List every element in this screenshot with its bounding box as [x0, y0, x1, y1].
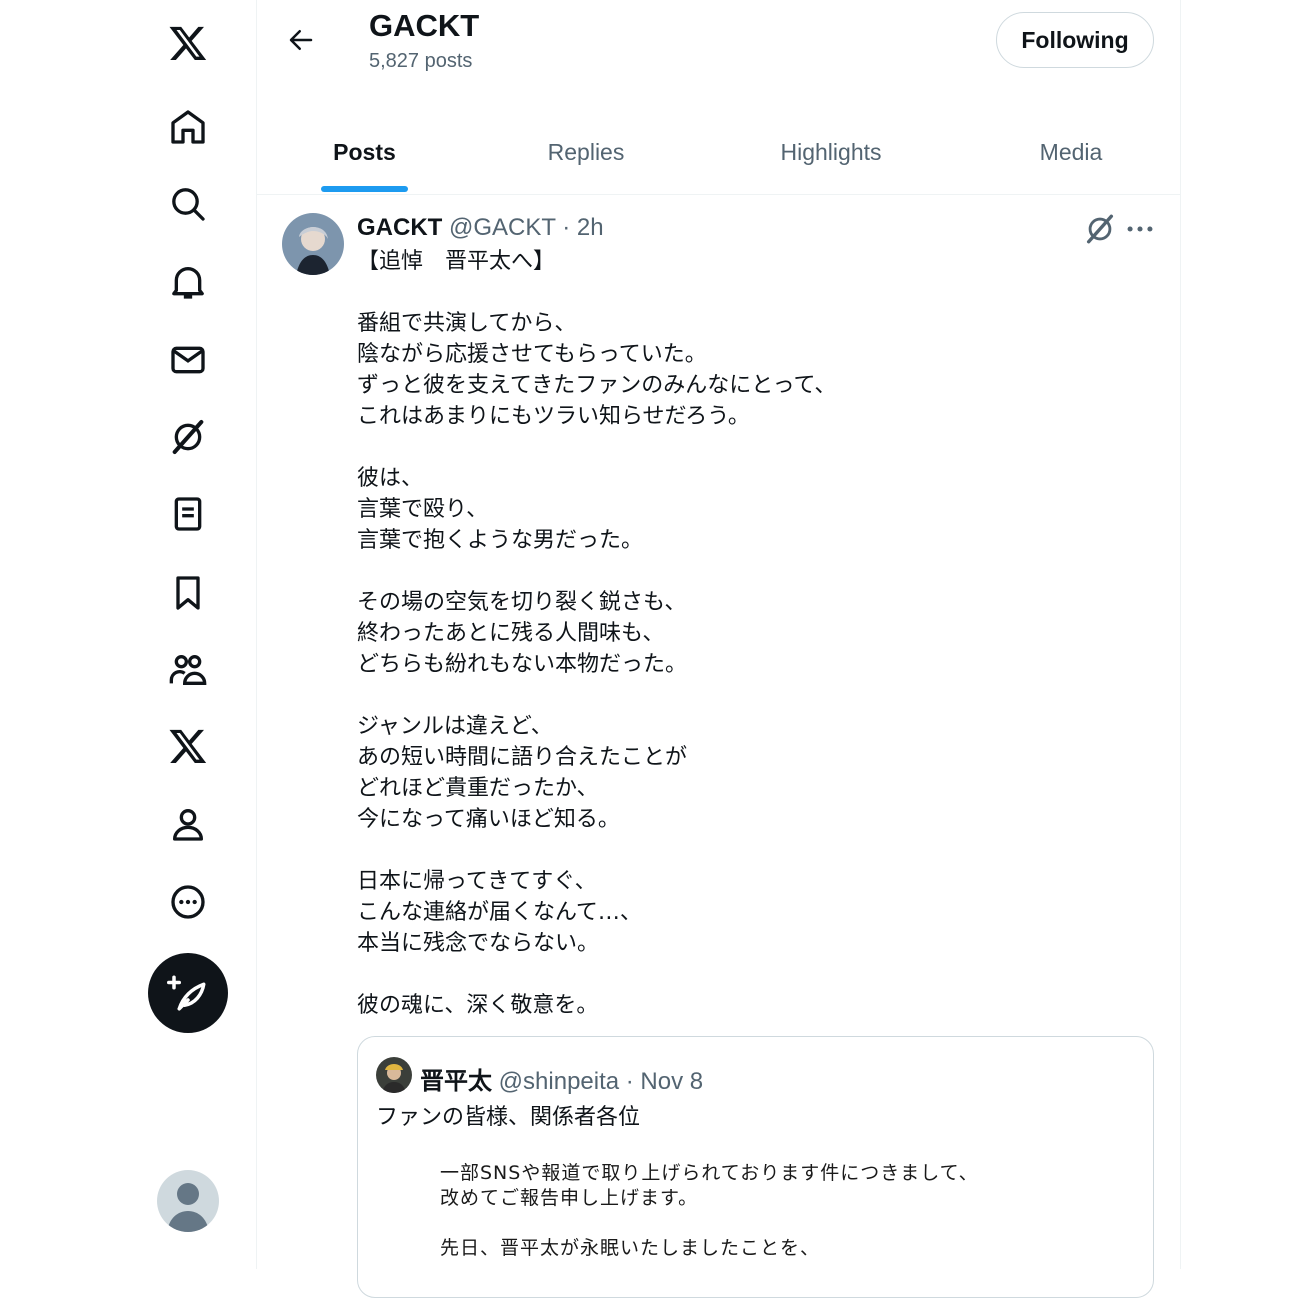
feather-plus-icon: [167, 975, 206, 1011]
following-button[interactable]: Following: [996, 12, 1154, 68]
tab-media[interactable]: Media: [972, 110, 1170, 194]
post-count: 5,827 posts: [369, 50, 473, 72]
mail-icon[interactable]: [148, 330, 228, 390]
post-author-avatar[interactable]: [282, 213, 344, 275]
left-navigation: [0, 0, 256, 1269]
active-tab-indicator: [321, 186, 408, 192]
grok-icon[interactable]: [148, 407, 228, 467]
quoted-author-name: 晋平太: [420, 1068, 492, 1095]
profile-tabs: Posts Replies Highlights Media: [257, 110, 1180, 195]
search-icon[interactable]: [148, 174, 228, 234]
post-author-name[interactable]: GACKT: [357, 214, 442, 241]
grok-icon[interactable]: [1083, 212, 1117, 246]
more-options-icon[interactable]: [1123, 212, 1157, 246]
quoted-text: ファンの皆様、関係者各位: [376, 1105, 641, 1130]
tab-posts[interactable]: Posts: [277, 110, 452, 194]
communities-icon[interactable]: [148, 640, 228, 700]
quoted-document-image: 一部SNSや報道で取り上げられております件につきまして、 改めてご報告申し上げま…: [440, 1162, 979, 1259]
quoted-author-meta: @shinpeita · Nov 8: [498, 1068, 704, 1095]
post-text: 【追悼 晋平太へ】 番組で共演してから、 陰ながら応援させてもらっていた。 ずっ…: [357, 249, 837, 1018]
profile-name: GACKT: [369, 8, 480, 43]
profile-column: GACKT 5,827 posts Following Posts Replie…: [256, 0, 1181, 1298]
tab-highlights[interactable]: Highlights: [732, 110, 930, 194]
quoted-author-avatar: [376, 1057, 412, 1093]
quoted-header: 晋平太 @shinpeita · Nov 8: [420, 1061, 703, 1096]
more-circle-icon[interactable]: [148, 872, 228, 932]
account-avatar[interactable]: [157, 1170, 219, 1232]
profile-icon[interactable]: [148, 794, 228, 854]
post-header: GACKT @GACKT · 2h: [357, 214, 604, 242]
compose-post-button[interactable]: [148, 953, 228, 1033]
post-author-meta[interactable]: @GACKT · 2h: [449, 214, 604, 241]
premium-x-icon[interactable]: [148, 716, 228, 776]
quoted-post[interactable]: 晋平太 @shinpeita · Nov 8 ファンの皆様、関係者各位 一部SN…: [357, 1036, 1154, 1298]
bookmark-icon[interactable]: [148, 563, 228, 623]
back-arrow-icon[interactable]: [279, 18, 323, 62]
bell-icon[interactable]: [148, 252, 228, 312]
tab-replies[interactable]: Replies: [487, 110, 685, 194]
list-icon[interactable]: [148, 484, 228, 544]
default-avatar-icon: [167, 1183, 209, 1232]
home-icon[interactable]: [148, 97, 228, 157]
x-logo-icon[interactable]: [148, 13, 228, 73]
